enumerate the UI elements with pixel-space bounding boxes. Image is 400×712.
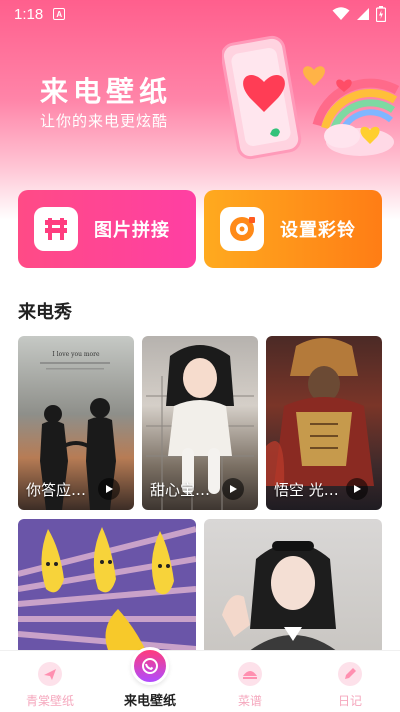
section-title: 来电秀: [18, 302, 72, 323]
tab-diary[interactable]: 日记: [300, 651, 400, 712]
wifi-icon: [332, 7, 350, 20]
phone-rainbow-illustration: [222, 35, 400, 160]
image-collage-icon: [34, 207, 78, 251]
card-caption: 你答应…: [26, 481, 87, 499]
play-icon[interactable]: [346, 478, 368, 500]
battery-icon: [376, 6, 386, 22]
set-ringtone-label: 设置彩铃: [280, 220, 356, 241]
status-bar: 1:18 A: [0, 0, 400, 28]
page-subtitle: 让你的来电更炫酷: [40, 112, 169, 130]
ringtone-disc-icon: [220, 207, 264, 251]
play-icon[interactable]: [222, 478, 244, 500]
wallpaper-card[interactable]: 甜心宝…: [142, 336, 258, 510]
card-overlay-text: I love you more: [52, 351, 100, 358]
wallpaper-card[interactable]: I love you more 你答应…: [18, 336, 134, 510]
notification-badge-icon: A: [53, 8, 66, 20]
pen-icon: [337, 661, 363, 687]
phone-call-icon: [131, 647, 169, 685]
tab-label: 青棠壁纸: [25, 694, 74, 708]
tab-call-wallpaper[interactable]: 来电壁纸: [100, 647, 200, 712]
card-thumbnail: [222, 541, 342, 655]
card-thumbnail: [18, 526, 196, 655]
card-caption: 悟空 光…: [274, 481, 339, 499]
card-caption: 甜心宝…: [150, 481, 211, 499]
tab-label: 菜谱: [237, 694, 262, 708]
bottom-tab-bar: 青棠壁纸 来电壁纸 菜谱 日记: [0, 647, 400, 712]
tab-label: 来电壁纸: [123, 694, 176, 709]
wallpaper-card[interactable]: [204, 519, 382, 655]
image-collage-button[interactable]: 图片拼接: [18, 190, 196, 268]
play-icon[interactable]: [98, 478, 120, 500]
image-collage-label: 图片拼接: [94, 220, 170, 241]
tab-recipes[interactable]: 菜谱: [200, 651, 300, 712]
paper-plane-icon: [37, 661, 63, 687]
cooking-pot-icon: [237, 661, 263, 687]
page-title: 来电壁纸: [40, 75, 173, 108]
wallpaper-card[interactable]: 悟空 光…: [266, 336, 382, 510]
wallpaper-card[interactable]: [18, 519, 196, 655]
tab-label: 日记: [337, 694, 362, 708]
tab-qingtang-wallpaper[interactable]: 青棠壁纸: [0, 651, 100, 712]
status-time: 1:18: [14, 5, 44, 23]
set-ringtone-button[interactable]: 设置彩铃: [204, 190, 382, 268]
signal-icon: [357, 8, 369, 20]
